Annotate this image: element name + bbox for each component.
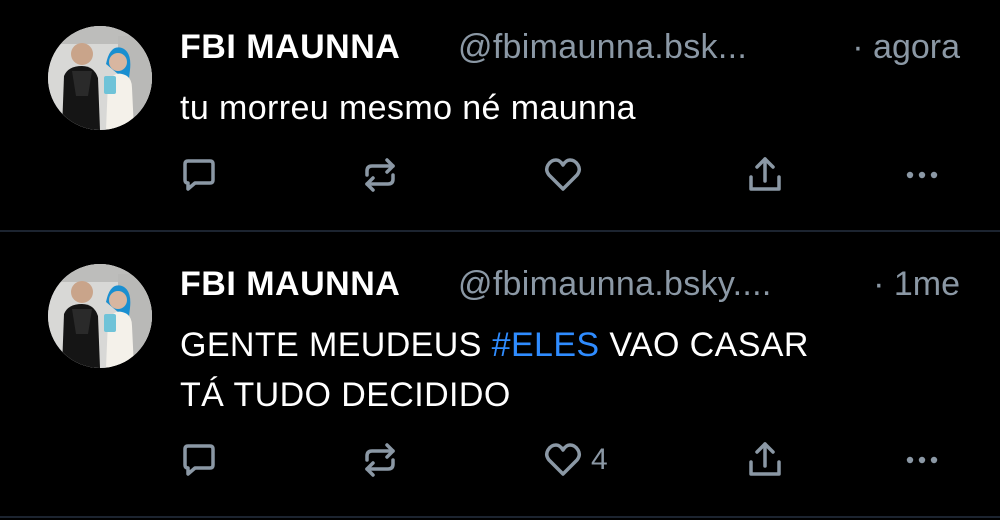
like-count: 4	[591, 443, 608, 476]
like-button[interactable]	[543, 155, 591, 195]
share-button[interactable]	[745, 155, 785, 195]
avatar[interactable]	[48, 264, 152, 368]
more-icon	[906, 456, 938, 464]
avatar-image	[48, 264, 152, 368]
post-text-line-2: TÁ TUDO DECIDIDO	[180, 376, 511, 414]
avatar-image	[48, 26, 152, 130]
repost-button[interactable]	[360, 440, 400, 480]
repost-button[interactable]	[360, 155, 400, 195]
post-text: GENTE MEUDEUS #ELES VAO CASAR TÁ TUDO DE…	[180, 320, 940, 420]
more-button[interactable]	[902, 155, 942, 195]
post[interactable]: FBI MAUNNA @fbimaunna.bsk... · agora tu …	[0, 0, 1000, 230]
post-text-line-1: GENTE MEUDEUS #ELES VAO CASAR	[180, 320, 940, 370]
reply-button[interactable]	[179, 440, 219, 480]
post-text-segment: GENTE MEUDEUS	[180, 326, 492, 364]
heart-icon	[544, 158, 582, 191]
share-button[interactable]	[745, 440, 785, 480]
share-icon	[749, 442, 781, 476]
heart-icon	[544, 443, 582, 476]
post-timestamp[interactable]: · 1me	[873, 265, 960, 304]
like-button[interactable]: 4	[543, 440, 608, 480]
post-text-segment: VAO CASAR	[599, 326, 809, 364]
hashtag-link[interactable]: #ELES	[492, 326, 600, 364]
author-handle[interactable]: @fbimaunna.bsky....	[458, 265, 772, 304]
post-actions: 4	[0, 440, 1000, 480]
more-icon	[906, 171, 938, 179]
post-text: tu morreu mesmo né maunna	[180, 89, 636, 127]
post-timestamp[interactable]: · agora	[852, 28, 960, 67]
share-icon	[749, 157, 781, 191]
post-header: FBI MAUNNA @fbimaunna.bsky.... · 1me	[180, 259, 980, 309]
author-name[interactable]: FBI MAUNNA	[180, 265, 400, 304]
author-name[interactable]: FBI MAUNNA	[180, 28, 400, 67]
reply-icon	[183, 444, 215, 476]
post-header: FBI MAUNNA @fbimaunna.bsk... · agora	[180, 22, 980, 72]
author-handle[interactable]: @fbimaunna.bsk...	[458, 28, 747, 67]
more-button[interactable]	[902, 440, 942, 480]
post[interactable]: FBI MAUNNA @fbimaunna.bsky.... · 1me GEN…	[0, 232, 1000, 517]
post-divider	[0, 516, 1000, 518]
reply-icon	[183, 159, 215, 191]
repost-icon	[365, 443, 395, 477]
feed: FBI MAUNNA @fbimaunna.bsk... · agora tu …	[0, 0, 1000, 520]
repost-icon	[365, 158, 395, 192]
reply-button[interactable]	[179, 155, 219, 195]
post-actions	[0, 155, 1000, 195]
avatar[interactable]	[48, 26, 152, 130]
